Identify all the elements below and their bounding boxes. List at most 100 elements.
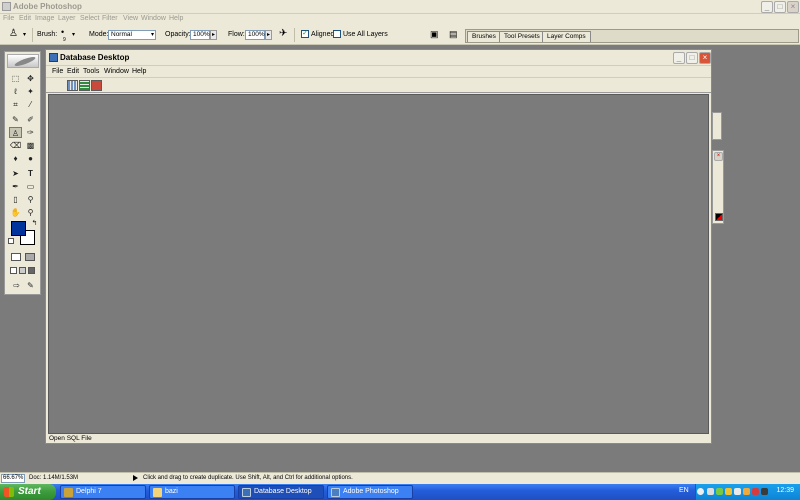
hidden-palette-1[interactable]	[712, 112, 722, 140]
tray-icon-2[interactable]	[716, 488, 723, 495]
database-desktop-app-icon	[49, 53, 58, 62]
zoom-field[interactable]: 66.67%	[1, 474, 25, 483]
ps-maximize-button[interactable]: □	[774, 1, 786, 13]
brush-preview-icon[interactable]: •	[61, 27, 64, 37]
start-button[interactable]: Start	[0, 484, 56, 500]
brush-dropdown-icon[interactable]: ▾	[72, 31, 75, 38]
palette-well-icon[interactable]: ▤	[449, 29, 458, 40]
ps-menu-view[interactable]: View	[123, 15, 138, 22]
toolbox: ⬚ ✥ ℓ ✦ ⌗ ⁄ ✎ ✐ ♙ ✑ ⌫ ▩ ♦ ● ➤ T ✒ ▭ ▯ ⚲ …	[4, 51, 41, 295]
ps-minimize-button[interactable]: _	[761, 1, 773, 13]
marquee-tool-icon[interactable]: ⬚	[9, 73, 22, 84]
status-hint: Click and drag to create duplicate. Use …	[143, 475, 353, 481]
ps-menu-window[interactable]: Window	[141, 15, 166, 22]
status-menu-arrow-icon[interactable]	[133, 475, 138, 481]
hand-tool-icon[interactable]: ✋	[9, 207, 22, 218]
language-indicator[interactable]: EN	[679, 487, 689, 494]
dd-menu-file[interactable]: File	[52, 68, 63, 75]
ps-menu-image[interactable]: Image	[35, 15, 54, 22]
tab-brushes[interactable]: Brushes	[467, 31, 501, 42]
tool-preset-dropdown-icon[interactable]: ▾	[23, 31, 26, 38]
file-browser-icon[interactable]: ▣	[430, 29, 439, 40]
standard-mode-icon[interactable]	[11, 253, 21, 261]
hidden-palette-2[interactable]: ×	[712, 150, 724, 224]
eyedropper-tool-icon[interactable]: ⚲	[24, 194, 37, 205]
dd-title-bar: Database Desktop _ □ ×	[46, 50, 711, 65]
type-tool-icon[interactable]: T	[24, 168, 37, 179]
task-adobe-photoshop[interactable]: Adobe Photoshop	[327, 485, 413, 499]
ps-menu-help[interactable]: Help	[169, 15, 183, 22]
ps-menu-edit[interactable]: Edit	[19, 15, 31, 22]
dd-menu-tools[interactable]: Tools	[83, 68, 99, 75]
adobe-feather-icon[interactable]	[7, 54, 39, 68]
ps-menu-select[interactable]: Select	[80, 15, 99, 22]
blur-tool-icon[interactable]: ♦	[9, 153, 22, 164]
healing-brush-tool-icon[interactable]: ✎	[9, 114, 22, 125]
quick-mask-mode-icon[interactable]	[25, 253, 35, 261]
full-screen-mode-icon[interactable]	[28, 267, 35, 274]
lasso-tool-icon[interactable]: ℓ	[9, 86, 22, 97]
clock[interactable]: 12:39	[776, 487, 794, 494]
task-label: Adobe Photoshop	[343, 488, 399, 495]
history-brush-tool-icon[interactable]: ✑	[24, 127, 37, 138]
tray-icon-6[interactable]	[752, 488, 759, 495]
tray-icon-3[interactable]	[725, 488, 732, 495]
mode-select[interactable]: Normal ▾	[108, 30, 156, 40]
tray-icon-5[interactable]	[743, 488, 750, 495]
dd-maximize-button[interactable]: □	[686, 52, 698, 64]
task-bazi[interactable]: bazi	[149, 485, 235, 499]
database-desktop-icon	[242, 488, 251, 497]
ps-close-button[interactable]: ×	[787, 1, 799, 13]
notes-tool-icon[interactable]: ▯	[9, 194, 22, 205]
dd-menu-window[interactable]: Window	[104, 68, 129, 75]
default-colors-icon[interactable]	[8, 238, 14, 244]
path-selection-tool-icon[interactable]: ➤	[9, 168, 22, 179]
move-tool-icon[interactable]: ✥	[24, 73, 37, 84]
open-sql-file-icon[interactable]	[91, 80, 102, 91]
swap-colors-icon[interactable]: ↰	[28, 218, 41, 229]
dd-menu-help[interactable]: Help	[132, 68, 146, 75]
standard-screen-mode-icon[interactable]	[10, 267, 17, 274]
task-delphi[interactable]: Delphi 7	[60, 485, 146, 499]
tray-expand-icon[interactable]	[697, 488, 704, 495]
clone-stamp-tool-icon[interactable]: ♙	[9, 28, 18, 39]
gradient-tool-icon[interactable]: ▩	[24, 140, 37, 151]
flow-input[interactable]: 100%	[245, 30, 265, 40]
brush-tool-icon[interactable]: ✐	[24, 114, 37, 125]
palette-close-icon[interactable]: ×	[714, 152, 723, 161]
crop-tool-icon[interactable]: ⌗	[9, 99, 22, 110]
open-table-icon[interactable]	[67, 80, 78, 91]
airbrush-icon[interactable]: ✈	[279, 28, 287, 39]
task-database-desktop[interactable]: Database Desktop	[238, 485, 324, 499]
opacity-input[interactable]: 100%	[190, 30, 210, 40]
tab-layer-comps[interactable]: Layer Comps	[542, 31, 591, 42]
ps-menu-file[interactable]: File	[3, 15, 14, 22]
edit-in-imageready-icon[interactable]: ✎	[24, 280, 37, 291]
dd-minimize-button[interactable]: _	[673, 52, 685, 64]
use-all-layers-checkbox[interactable]	[333, 30, 341, 38]
slice-tool-icon[interactable]: ⁄	[24, 99, 37, 110]
imageready-jump-icon[interactable]: ⇨	[10, 280, 23, 291]
zoom-tool-icon[interactable]: ⚲	[24, 207, 37, 218]
dd-close-button[interactable]: ×	[699, 52, 711, 64]
clone-stamp-tool-icon[interactable]: ♙	[9, 127, 22, 138]
shape-tool-icon[interactable]: ▭	[24, 181, 37, 192]
open-query-icon[interactable]	[79, 80, 90, 91]
tray-icon-4[interactable]	[734, 488, 741, 495]
dodge-tool-icon[interactable]: ●	[24, 153, 37, 164]
pen-tool-icon[interactable]: ✒	[9, 181, 22, 192]
ps-menu-layer[interactable]: Layer	[58, 15, 76, 22]
ps-menu-filter[interactable]: Filter	[102, 15, 118, 22]
dd-menu-edit[interactable]: Edit	[67, 68, 79, 75]
magic-wand-tool-icon[interactable]: ✦	[24, 86, 37, 97]
folder-icon	[153, 488, 162, 497]
tray-icon-1[interactable]	[707, 488, 714, 495]
tab-tool-presets[interactable]: Tool Presets	[499, 31, 545, 42]
flow-arrow-icon[interactable]: ▸	[265, 30, 272, 40]
eraser-tool-icon[interactable]: ⌫	[9, 140, 22, 151]
foreground-color-swatch[interactable]	[11, 221, 26, 236]
full-screen-menu-mode-icon[interactable]	[19, 267, 26, 274]
opacity-arrow-icon[interactable]: ▸	[210, 30, 217, 40]
tray-icon-7[interactable]	[761, 488, 768, 495]
aligned-checkbox[interactable]: ✓	[301, 30, 309, 38]
